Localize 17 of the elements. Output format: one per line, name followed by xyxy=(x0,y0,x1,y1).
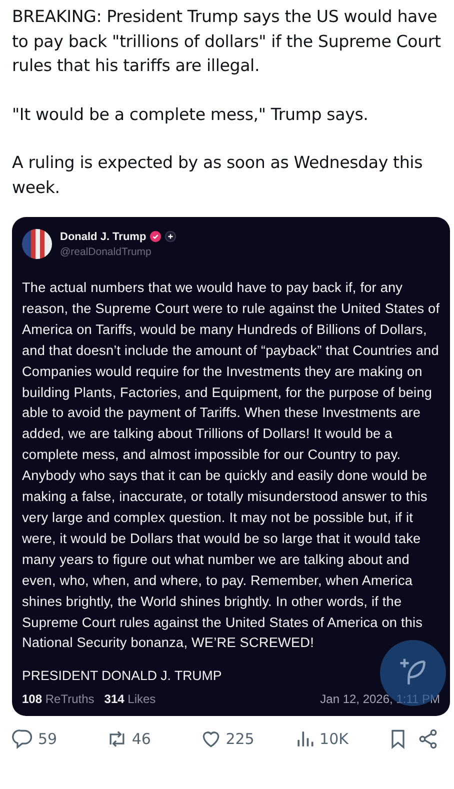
post-text: "It would be a complete mess," Trump says. xyxy=(12,104,370,126)
avatar xyxy=(22,229,52,259)
action-count: 10K xyxy=(320,730,348,748)
share-icon[interactable] xyxy=(416,728,439,750)
stat-text: 108 ReTruths xyxy=(22,692,94,706)
action-count: 46 xyxy=(132,730,151,748)
action-count: 225 xyxy=(226,730,254,748)
post-body: The actual numbers that we would have to pay back if, for any reason, the Supreme Court were to rule against the United States of America on Tariffs, would be many Hundreds of Billions of Dollars, and that doesn’t include the amount of “payback” that Countries and Companies would require for the Investments they are making on building Plants, Factories, and Equipment, for the purpose of being able to avoid the payment of Tariffs. When these Investments are added, we are talking about Trillions of Dollars! It would be a complete mess, and almost impossible for our Country to pay. Anybody who says that it can be quickly and easily done would be making a false, inaccurate, or totally misunderstood answer to this very large and complex question. It may not be possible but, if it were, it would be Dollars that would be so large that it would take many years to figure out what number we are talking about and even, who, when, and where, to pay. Remember, when America shines brightly, the World shines brightly. In other words, if the Supreme Court rules against the United States of America on this National Security bonanza, WE’RE SCREWED! xyxy=(22,279,440,652)
author-handle: @realDonaldTrump xyxy=(60,246,152,258)
post-text: BREAKING: President Trump says the US would have to pay back "trillions of dollars" if the Supreme Court rules that his tariffs are illegal. xyxy=(12,6,442,77)
post-text: A ruling is expected by as soon as Wednesday this week. xyxy=(12,152,424,198)
signature: PRESIDENT DONALD J. TRUMP xyxy=(22,667,222,686)
action-count: 59 xyxy=(38,730,58,748)
plus-icon[interactable] xyxy=(165,231,176,242)
stat-text: 314 Likes xyxy=(104,692,156,706)
author-name: Donald J. Trump xyxy=(60,230,146,242)
reply-icon[interactable] xyxy=(12,728,34,750)
